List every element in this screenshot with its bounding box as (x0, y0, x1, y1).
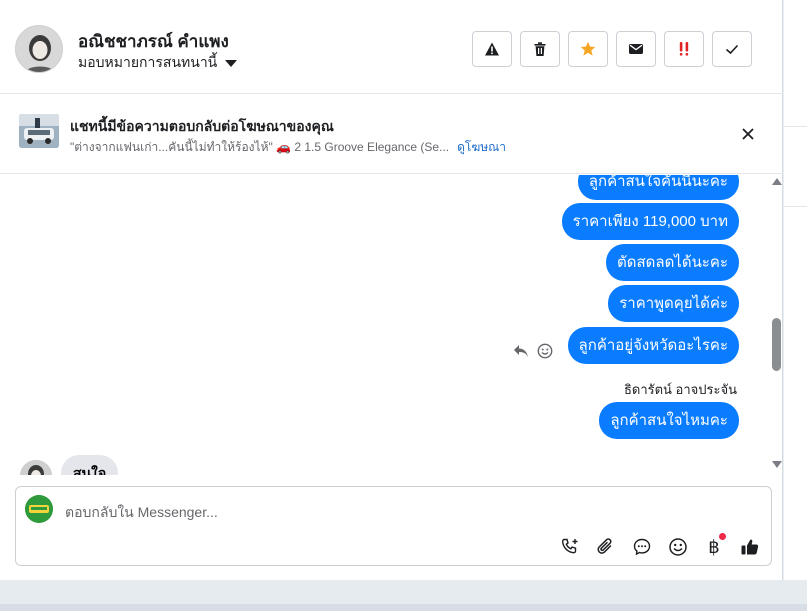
sender-name: ธิดารัตน์ อาจประจัน (623, 382, 737, 397)
ad-banner-subtitle: "ต่างจากแฟนเก่า...คันนี้ไม่ทำให้ร้องไห้"… (70, 138, 506, 157)
attach-button[interactable] (594, 535, 618, 559)
ad-caption: "ต่างจากแฟนเก่า...คันนี้ไม่ทำให้ร้องไห้"… (70, 140, 450, 154)
ad-reply-banner: แชทนี้มีข้อความตอบกลับต่อโฆษณาของคุณ "ต่… (0, 95, 783, 174)
baht-icon: ฿ (708, 536, 720, 558)
mark-spam-button[interactable] (472, 31, 512, 67)
contact-avatar[interactable] (15, 25, 63, 73)
mark-done-button[interactable] (712, 31, 752, 67)
star-button[interactable] (568, 31, 608, 67)
chat-bubble-icon (633, 538, 651, 556)
contact-name: อณิชชาภรณ์ คำแพง (78, 32, 229, 51)
reply-button[interactable] (513, 344, 529, 363)
adjacent-panel-edge (784, 0, 807, 580)
trash-icon (534, 42, 546, 56)
caret-down-icon (225, 59, 238, 67)
urgent-button[interactable] (664, 31, 704, 67)
conversation-panel: อณิชชาภรณ์ คำแพง มอบหมายการสนทนานี้ แชทน… (0, 0, 783, 580)
thumbs-up-icon (741, 539, 759, 555)
message-bubble[interactable]: ราคาเพียง 119,000 บาท (561, 203, 739, 240)
mark-unread-button[interactable] (616, 31, 656, 67)
ad-thumbnail[interactable] (19, 114, 59, 148)
composer-toolbar: ฿ (558, 533, 762, 559)
conversation-header: อณิชชาภรณ์ คำแพง มอบหมายการสนทนานี้ (0, 0, 783, 94)
scroll-down-arrow[interactable] (772, 461, 782, 468)
incoming-message-bubble[interactable]: สนใจ (61, 455, 119, 475)
urgent-icon (679, 42, 689, 56)
smiley-icon (537, 343, 553, 359)
warning-icon (485, 42, 499, 56)
scrollbar-thumb[interactable] (772, 318, 781, 371)
close-banner-button[interactable] (738, 124, 758, 149)
call-button[interactable] (558, 535, 582, 559)
delete-button[interactable] (520, 31, 560, 67)
assign-label: มอบหมายการสนทนานี้ (78, 54, 218, 70)
view-ad-link[interactable]: ดูโฆษณา (457, 138, 506, 157)
reply-icon (514, 345, 528, 357)
payment-button[interactable]: ฿ (702, 533, 726, 559)
check-icon (725, 44, 739, 55)
reply-input[interactable]: ตอบกลับใน Messenger... (65, 502, 218, 524)
envelope-icon (629, 44, 643, 54)
emoji-button[interactable] (666, 535, 690, 559)
message-bubble[interactable]: ลูกค้าสนใจไหมคะ (599, 402, 739, 439)
contact-avatar-small (20, 460, 52, 475)
scroll-up-arrow[interactable] (772, 178, 782, 185)
assign-conversation-dropdown[interactable]: มอบหมายการสนทนานี้ (78, 52, 238, 74)
taskbar-edge (0, 604, 807, 611)
message-bubble[interactable]: ราคาพูดคุยได้ค่ะ (608, 285, 739, 322)
ad-banner-title: แชทนี้มีข้อความตอบกลับต่อโฆษณาของคุณ (70, 118, 334, 134)
phone-add-icon (561, 538, 578, 554)
message-bubble[interactable]: ตัดสดลดได้นะคะ (606, 244, 739, 281)
like-button[interactable] (738, 535, 762, 559)
star-icon (580, 41, 596, 56)
react-button[interactable] (537, 343, 553, 364)
message-hover-actions (513, 343, 553, 364)
message-composer: ตอบกลับใน Messenger... ฿ (15, 486, 772, 566)
message-bubble[interactable]: ลูกค้าอยู่จังหวัดอะไรคะ (567, 327, 739, 364)
page-avatar (25, 495, 53, 523)
close-icon (742, 128, 754, 140)
message-bubble[interactable]: ลูกค้าสนใจคันนี้นะคะ (577, 175, 739, 200)
header-actions (472, 31, 752, 67)
notification-dot (719, 533, 726, 540)
emoji-icon (669, 538, 687, 556)
saved-replies-button[interactable] (630, 535, 654, 559)
paperclip-icon (597, 538, 612, 554)
message-thread: ลูกค้าสนใจคันนี้นะคะ ราคาเพียง 119,000 บ… (0, 175, 783, 475)
